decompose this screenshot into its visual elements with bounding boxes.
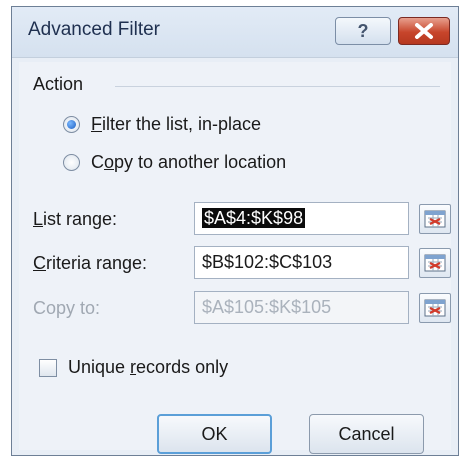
- dialog-title: Advanced Filter: [28, 19, 161, 40]
- collapse-dialog-icon: [424, 299, 446, 317]
- dialog-body: Action Filter the list, in-place Copy to…: [19, 62, 451, 454]
- criteria-range-selector-button[interactable]: [419, 248, 451, 278]
- help-icon: ?: [357, 20, 369, 41]
- close-icon: [415, 23, 433, 39]
- radio-filter-in-place[interactable]: Filter the list, in-place: [63, 114, 261, 135]
- unique-records-checkbox-row[interactable]: Unique records only: [39, 357, 228, 378]
- title-bar: Advanced Filter ?: [12, 7, 458, 58]
- copy-to-label: Copy to:: [33, 298, 101, 318]
- list-range-label: List range:: [33, 209, 118, 229]
- close-button[interactable]: [398, 17, 450, 45]
- unique-records-checkbox[interactable]: [39, 358, 57, 377]
- list-range-value: $A$4:$K$98: [202, 208, 306, 228]
- copy-to-selector-button: [419, 293, 451, 323]
- radio-copy-to-location-label: Copy to another location: [91, 152, 287, 172]
- advanced-filter-dialog: Advanced Filter ? Action Filter the list…: [11, 6, 459, 456]
- help-button[interactable]: ?: [335, 17, 391, 45]
- copy-to-value: $A$105:$K$105: [202, 297, 332, 317]
- radio-copy-to-location[interactable]: Copy to another location: [63, 152, 286, 173]
- copy-to-input: $A$105:$K$105: [194, 291, 409, 324]
- cancel-button[interactable]: Cancel: [309, 414, 424, 454]
- collapse-dialog-icon: [424, 254, 446, 272]
- list-range-input[interactable]: $A$4:$K$98: [194, 202, 409, 235]
- section-divider: [115, 86, 440, 87]
- criteria-range-input[interactable]: $B$102:$C$103: [194, 246, 409, 279]
- criteria-range-label: Criteria range:: [33, 253, 148, 273]
- collapse-dialog-icon: [424, 210, 446, 228]
- radio-filter-in-place-label: Filter the list, in-place: [91, 114, 262, 134]
- radio-button-unchecked[interactable]: [63, 154, 80, 171]
- list-range-selector-button[interactable]: [419, 204, 451, 234]
- ok-button[interactable]: OK: [157, 414, 272, 454]
- criteria-range-value: $B$102:$C$103: [202, 252, 333, 272]
- radio-button-checked[interactable]: [63, 116, 80, 133]
- unique-records-label: Unique records only: [68, 357, 229, 377]
- action-section-label: Action: [33, 74, 84, 94]
